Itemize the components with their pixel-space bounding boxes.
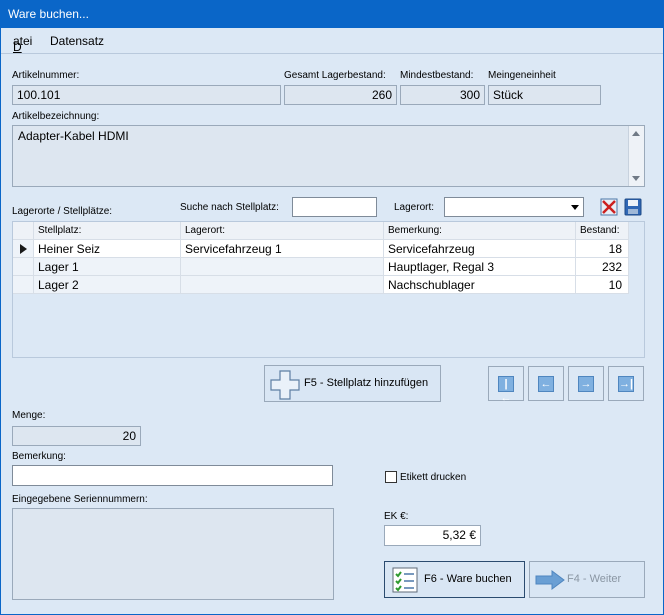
- row-indicator[interactable]: [13, 258, 34, 276]
- grid-header-indicator: [13, 222, 34, 240]
- add-stellplatz-label: F5 - Stellplatz hinzufügen: [304, 377, 429, 389]
- table-cell-stellplatz[interactable]: Lager 1: [34, 258, 181, 276]
- table-cell-lagerort[interactable]: [181, 276, 384, 294]
- next-button-label: F4 - Weiter: [567, 573, 622, 585]
- book-button-label: F6 - Ware buchen: [424, 573, 512, 585]
- row-indicator[interactable]: [13, 240, 34, 258]
- mindestbestand-label: Mindestbestand:: [400, 70, 474, 81]
- seriennummern-list[interactable]: [12, 508, 334, 600]
- artikelnummer-label: Artikelnummer:: [12, 70, 80, 81]
- previous-record-icon: ←: [538, 376, 554, 392]
- menge-label: Menge:: [12, 410, 46, 421]
- table-cell-stellplatz[interactable]: Lager 2: [34, 276, 181, 294]
- grid-header-lagerort[interactable]: Lagerort:: [181, 222, 384, 240]
- add-stellplatz-button[interactable]: F5 - Stellplatz hinzufügen: [264, 365, 441, 402]
- mengeneinheit-label: Meingeneinheit: [488, 70, 556, 81]
- main-window: Ware buchen... Datei Datensatz Artikelnu…: [0, 0, 664, 615]
- plus-icon: [270, 370, 300, 400]
- seriennummern-label: Eingegebene Seriennummern:: [12, 494, 148, 505]
- next-record-icon: →: [578, 376, 594, 392]
- bemerkung-label: Bemerkung:: [12, 451, 66, 462]
- mindestbestand-field[interactable]: 300: [400, 85, 485, 105]
- lagerort-filter-label: Lagerort:: [394, 202, 435, 213]
- grid-header-stellplatz[interactable]: Stellplatz:: [34, 222, 181, 240]
- nav-last-button[interactable]: →|: [608, 366, 644, 401]
- grid-header-bestand[interactable]: Bestand:: [576, 222, 629, 240]
- table-cell-bestand[interactable]: 10: [576, 276, 629, 294]
- nav-first-button[interactable]: |←: [488, 366, 524, 404]
- gesamt-lagerbestand-label: Gesamt Lagerbestand:: [284, 70, 386, 81]
- nav-next-button[interactable]: →: [568, 366, 604, 401]
- next-button[interactable]: F4 - Weiter: [529, 561, 645, 598]
- save-icon[interactable]: [624, 198, 642, 216]
- last-record-icon: →|: [618, 376, 634, 392]
- row-indicator[interactable]: [13, 276, 34, 294]
- table-cell-bestand[interactable]: 18: [576, 240, 629, 258]
- nav-prev-button[interactable]: ←: [528, 366, 564, 401]
- menu-datensatz[interactable]: Datensatz: [50, 34, 104, 48]
- menge-field[interactable]: 20: [12, 426, 141, 446]
- scroll-up-icon[interactable]: [632, 131, 640, 136]
- etikett-label: Etikett drucken: [400, 472, 467, 483]
- etikett-checkbox[interactable]: [385, 471, 397, 483]
- search-stellplatz-label: Suche nach Stellplatz:: [180, 202, 279, 213]
- mengeneinheit-field[interactable]: Stück: [488, 85, 601, 105]
- arrow-right-icon: [535, 570, 565, 590]
- clear-filter-icon[interactable]: [600, 198, 618, 216]
- menu-datei[interactable]: Datei: [13, 34, 32, 54]
- ek-label: EK €:: [384, 511, 409, 522]
- ek-field[interactable]: 5,32 €: [384, 525, 481, 546]
- stellplatz-grid[interactable]: Stellplatz: Lagerort: Bemerkung: Bestand…: [12, 221, 645, 358]
- search-stellplatz-input[interactable]: [292, 197, 377, 217]
- window-title: Ware buchen...: [1, 1, 663, 28]
- scroll-down-icon[interactable]: [632, 176, 640, 181]
- lagerorte-section-label: Lagerorte / Stellplätze:: [12, 206, 113, 217]
- textarea-scrollbar[interactable]: [628, 126, 644, 186]
- first-record-icon: |←: [498, 376, 514, 404]
- table-cell-bestand[interactable]: 232: [576, 258, 629, 276]
- artikelnummer-field[interactable]: 100.101: [12, 85, 281, 105]
- table-cell-bemerkung[interactable]: Nachschublager: [384, 276, 576, 294]
- artikelbezeichnung-label: Artikelbezeichnung:: [12, 111, 100, 122]
- table-cell-bemerkung[interactable]: Hauptlager, Regal 3: [384, 258, 576, 276]
- artikelbezeichnung-text: Adapter-Kabel HDMI: [18, 129, 129, 143]
- lagerort-select[interactable]: [444, 197, 584, 217]
- grid-header-bemerkung[interactable]: Bemerkung:: [384, 222, 576, 240]
- chevron-down-icon[interactable]: [571, 205, 579, 210]
- checklist-icon: [392, 567, 418, 593]
- table-cell-stellplatz[interactable]: Heiner Seiz: [34, 240, 181, 258]
- artikelbezeichnung-textarea[interactable]: Adapter-Kabel HDMI: [12, 125, 645, 187]
- row-selector-icon: [20, 244, 27, 254]
- gesamt-lagerbestand-field[interactable]: 260: [284, 85, 397, 105]
- table-cell-bemerkung[interactable]: Servicefahrzeug: [384, 240, 576, 258]
- table-cell-lagerort[interactable]: Servicefahrzeug 1: [181, 240, 384, 258]
- menu-bar: Datei Datensatz: [1, 28, 663, 54]
- bemerkung-input[interactable]: [12, 465, 333, 486]
- table-cell-lagerort[interactable]: [181, 258, 384, 276]
- book-button[interactable]: F6 - Ware buchen: [384, 561, 525, 598]
